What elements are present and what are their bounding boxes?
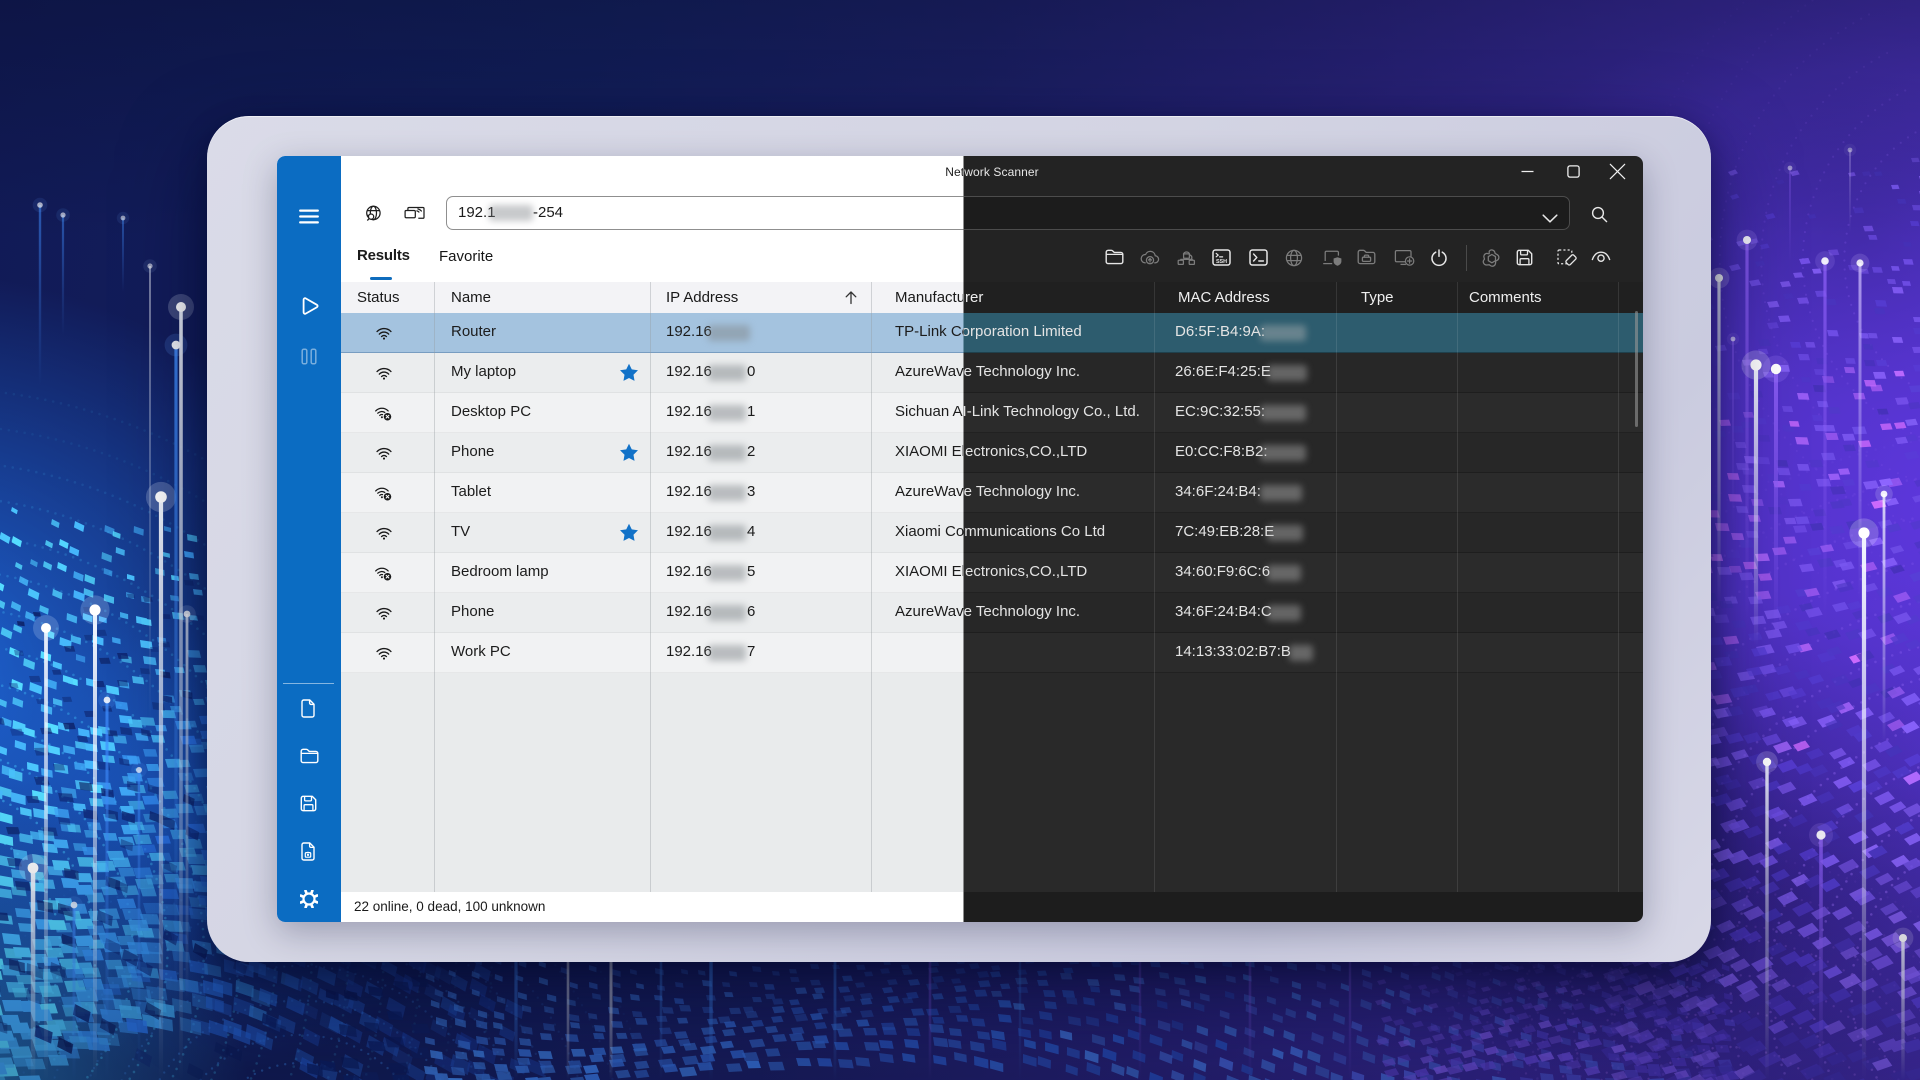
svg-text:SSH: SSH <box>1216 259 1227 265</box>
